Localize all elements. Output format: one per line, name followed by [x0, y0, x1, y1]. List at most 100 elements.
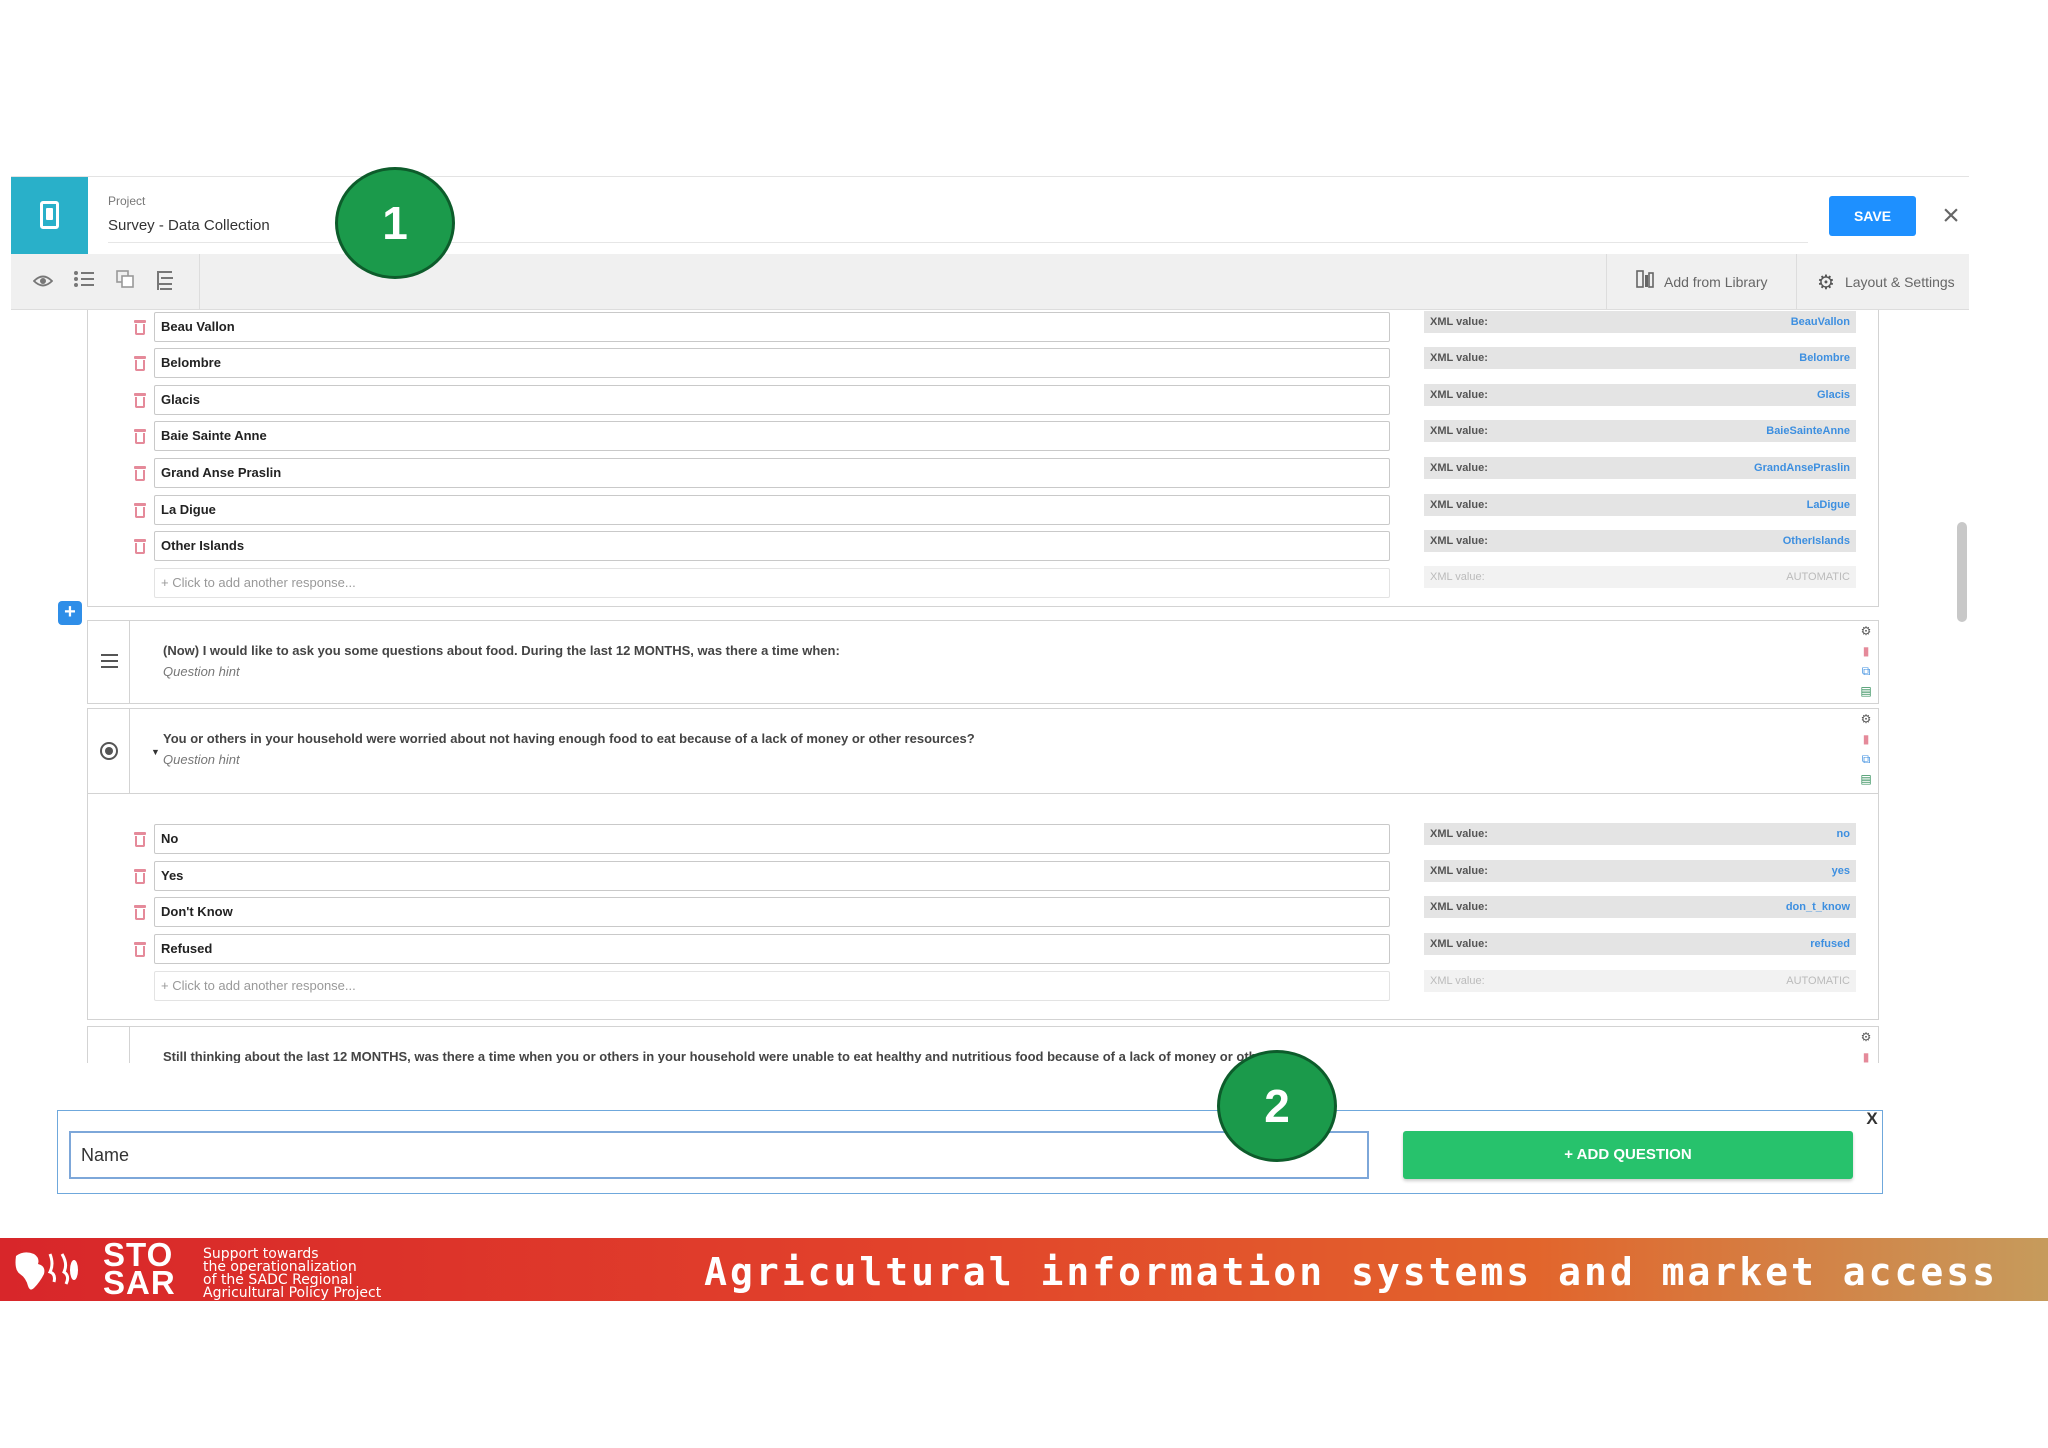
library-add-icon[interactable]: ▤	[1859, 684, 1873, 698]
xml-value-field[interactable]: XML value: OtherIslands	[1424, 530, 1856, 552]
response-label[interactable]: Glacis	[154, 385, 1390, 415]
duplicate-icon[interactable]: ⧉	[1859, 664, 1873, 678]
question-card-worried[interactable]: ▼ You or others in your household were w…	[87, 708, 1879, 1020]
save-button[interactable]: SAVE	[1829, 196, 1916, 236]
response-label[interactable]: No	[154, 824, 1390, 854]
africa-logo-icon	[10, 1248, 80, 1294]
xml-value-field[interactable]: XML value: LaDigue	[1424, 494, 1856, 516]
xml-value: yes	[1831, 865, 1850, 877]
xml-value: OtherIslands	[1782, 535, 1850, 547]
question-type-handle[interactable]	[88, 709, 130, 793]
delete-response-icon[interactable]	[133, 905, 147, 921]
xml-label: XML value:	[1430, 865, 1488, 877]
response-label[interactable]: La Digue	[154, 495, 1390, 525]
delete-response-icon[interactable]	[133, 869, 147, 885]
delete-response-icon[interactable]	[133, 942, 147, 958]
layout-settings-button[interactable]: ⚙ Layout & Settings	[1817, 269, 1955, 295]
response-label[interactable]: Don't Know	[154, 897, 1390, 927]
delete-response-icon[interactable]	[133, 539, 147, 555]
question-card-note[interactable]: (Now) I would like to ask you some quest…	[87, 620, 1879, 704]
add-response-input[interactable]: + Click to add another response...	[154, 568, 1390, 598]
duplicate-icon[interactable]: ⧉	[1859, 752, 1873, 766]
add-from-library-button[interactable]: Add from Library	[1636, 269, 1767, 295]
xml-value: Belombre	[1799, 352, 1850, 364]
gear-icon: ⚙	[1817, 272, 1835, 295]
delete-response-icon[interactable]	[133, 503, 147, 519]
library-add-icon[interactable]: ▤	[1859, 772, 1873, 786]
delete-response-icon[interactable]	[133, 393, 147, 409]
xml-value: GrandAnsePraslin	[1754, 462, 1850, 474]
list-icon[interactable]	[71, 269, 97, 295]
form-builder-header: Project Survey - Data Collection SAVE ×	[11, 176, 1969, 255]
chevron-down-icon[interactable]: ▼	[151, 747, 160, 757]
question-tools: ⚙ ▮ ⧉ ▤	[1854, 621, 1878, 703]
xml-value-field[interactable]: XML value: no	[1424, 823, 1856, 845]
question-hint[interactable]: Question hint	[163, 664, 240, 679]
xml-label: XML value:	[1430, 316, 1488, 328]
delete-response-icon[interactable]	[133, 429, 147, 445]
form-canvas[interactable]: Beau Vallon XML value: BeauVallon Belombr…	[11, 310, 1969, 1063]
gear-icon[interactable]: ⚙	[1859, 712, 1873, 726]
question-divider	[88, 793, 1878, 794]
app-icon	[11, 177, 88, 255]
response-label[interactable]: Baie Sainte Anne	[154, 421, 1390, 451]
response-label[interactable]: Other Islands	[154, 531, 1390, 561]
delete-response-icon[interactable]	[133, 356, 147, 372]
xml-value-field[interactable]: XML value: BeauVallon	[1424, 311, 1856, 333]
phone-icon	[40, 201, 59, 229]
xml-value-auto: XML value: AUTOMATIC	[1424, 566, 1856, 588]
question-label[interactable]: Still thinking about the last 12 MONTHS,…	[163, 1049, 1285, 1063]
xml-label: XML value:	[1430, 901, 1488, 913]
xml-value-field[interactable]: XML value: don_t_know	[1424, 896, 1856, 918]
question-hint[interactable]: Question hint	[163, 752, 240, 767]
xml-label: XML value:	[1430, 975, 1485, 987]
footer-banner: STO SAR Support towards the operationaliz…	[0, 1238, 2048, 1301]
delete-response-icon[interactable]	[133, 320, 147, 336]
scrollbar-thumb[interactable]	[1957, 522, 1967, 622]
trash-icon[interactable]: ▮	[1859, 732, 1873, 746]
question-name-input[interactable]	[69, 1131, 1369, 1179]
xml-value-field[interactable]: XML value: Belombre	[1424, 347, 1856, 369]
close-icon[interactable]: X	[1864, 1110, 1880, 1127]
response-label[interactable]: Grand Anse Praslin	[154, 458, 1390, 488]
xml-value-field[interactable]: XML value: BaieSainteAnne	[1424, 420, 1856, 442]
question-card-next[interactable]: Still thinking about the last 12 MONTHS,…	[87, 1026, 1879, 1063]
trash-icon[interactable]: ▮	[1859, 1050, 1873, 1063]
xml-value-field[interactable]: XML value: yes	[1424, 860, 1856, 882]
xml-label: XML value:	[1430, 425, 1488, 437]
footer-description: Support towards the operationalization o…	[203, 1247, 381, 1300]
copy-icon[interactable]	[112, 269, 138, 295]
response-label[interactable]: Yes	[154, 861, 1390, 891]
add-question-button[interactable]: + ADD QUESTION	[1403, 1131, 1853, 1179]
gear-icon[interactable]: ⚙	[1859, 1030, 1873, 1044]
gear-icon[interactable]: ⚙	[1859, 624, 1873, 638]
xml-label: XML value:	[1430, 352, 1488, 364]
add-question-plus-button[interactable]: +	[58, 601, 82, 625]
trash-icon[interactable]: ▮	[1859, 644, 1873, 658]
question-label[interactable]: (Now) I would like to ask you some quest…	[163, 643, 840, 658]
hamburger-icon	[101, 654, 118, 668]
add-question-bar: + ADD QUESTION X	[57, 1110, 1883, 1194]
delete-response-icon[interactable]	[133, 466, 147, 482]
response-label[interactable]: Refused	[154, 934, 1390, 964]
question-type-handle[interactable]	[88, 621, 130, 703]
callout-marker: 2	[1217, 1050, 1337, 1162]
delete-response-icon[interactable]	[133, 832, 147, 848]
eye-icon[interactable]	[30, 269, 56, 295]
close-icon[interactable]: ×	[1936, 201, 1966, 231]
settings-list-icon[interactable]	[153, 269, 179, 295]
add-response-input[interactable]: + Click to add another response...	[154, 971, 1390, 1001]
response-label[interactable]: Beau Vallon	[154, 312, 1390, 342]
response-label[interactable]: Belombre	[154, 348, 1390, 378]
question-label[interactable]: You or others in your household were wor…	[163, 731, 975, 746]
xml-value: BaieSainteAnne	[1766, 425, 1850, 437]
library-icon	[1636, 270, 1654, 296]
xml-label: XML value:	[1430, 828, 1488, 840]
xml-value: refused	[1810, 938, 1850, 950]
add-from-library-label: Add from Library	[1664, 274, 1768, 290]
question-type-handle[interactable]	[88, 1027, 130, 1063]
xml-value-field[interactable]: XML value: Glacis	[1424, 384, 1856, 406]
xml-value-field[interactable]: XML value: GrandAnsePraslin	[1424, 457, 1856, 479]
xml-value: LaDigue	[1806, 499, 1850, 511]
xml-value-field[interactable]: XML value: refused	[1424, 933, 1856, 955]
